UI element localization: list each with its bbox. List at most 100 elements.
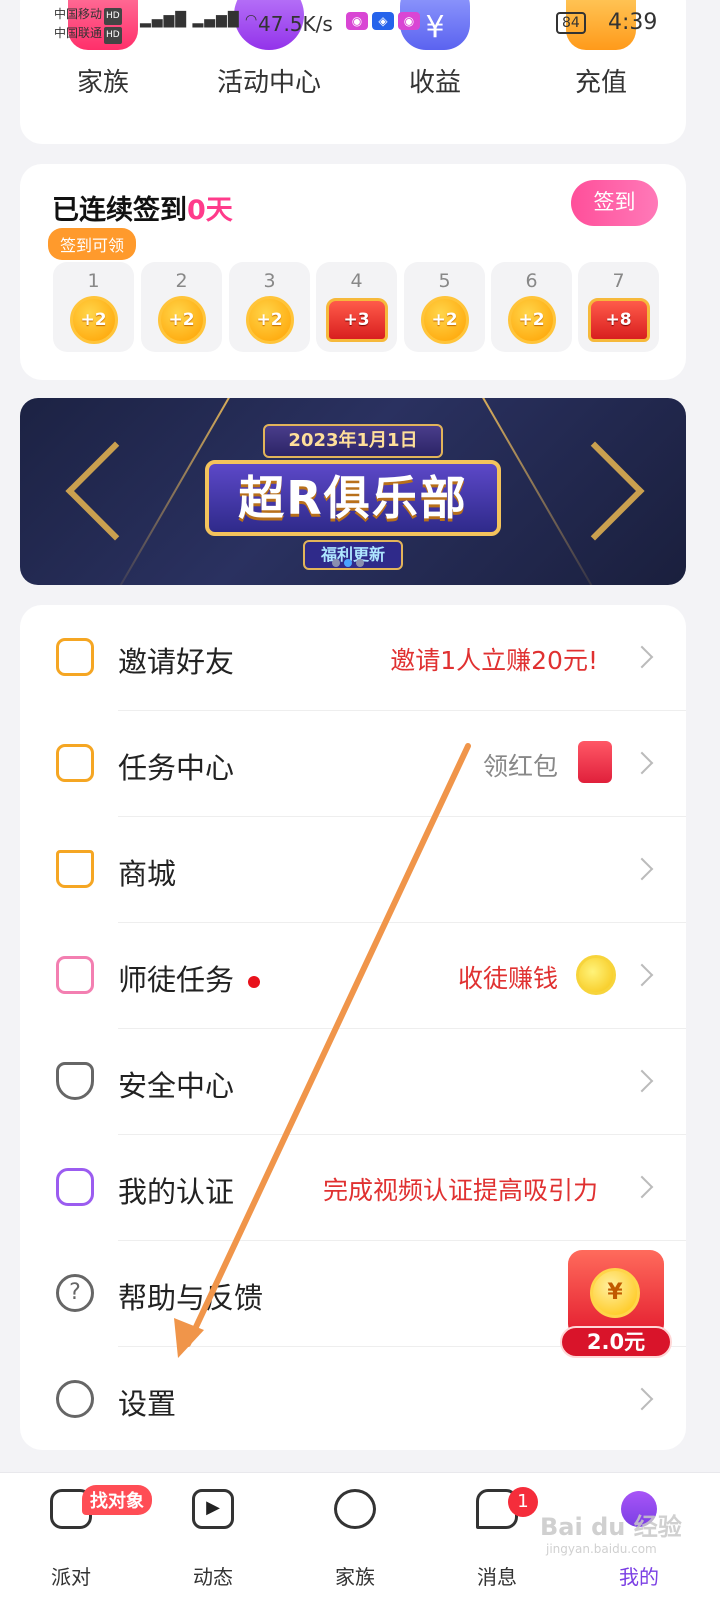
chevron-right-icon [630, 1387, 654, 1411]
coin-reward-icon: +2 [157, 296, 206, 344]
tab-family[interactable]: 家族 [284, 1473, 426, 1600]
carrier-2: 中国联通 [54, 26, 103, 40]
battery-indicator: 84 [556, 12, 586, 34]
banner-title-plate: 2023年1月1日 超R俱乐部 福利更新 [205, 424, 501, 572]
carousel-dot[interactable] [356, 559, 364, 567]
signal-icon: ▂▄▆█ ▂▄▆█ ◠ [140, 12, 259, 28]
verified-icon [56, 1168, 94, 1206]
menu-item-shop[interactable]: 商城 [20, 817, 686, 923]
tab-label: 家族 [335, 1565, 375, 1589]
menu-item-security-center[interactable]: 安全中心 [20, 1029, 686, 1135]
day-number: 4 [350, 270, 363, 292]
quick-entry-label: 充值 [574, 68, 627, 98]
banner-decoration [545, 441, 645, 541]
shield-icon [56, 1062, 94, 1100]
checkin-day[interactable]: 2 +2 [141, 262, 222, 352]
menu-item-hint: 邀请1人立赚20元! [390, 646, 598, 675]
menu-item-label: 任务中心 [118, 751, 235, 785]
menu-item-settings[interactable]: 设置 [20, 1347, 686, 1453]
carousel-dot-active[interactable] [344, 559, 352, 567]
quick-entry-label: 活动中心 [216, 68, 321, 98]
menu-item-invite-friends[interactable]: 邀请好友 邀请1人立赚20元! [20, 605, 686, 711]
tab-label: 派对 [51, 1565, 91, 1589]
treasure-chest-icon: +8 [587, 298, 650, 342]
video-play-icon: ▶ [192, 1489, 234, 1529]
settings-icon [56, 1380, 94, 1418]
family-people-icon [334, 1489, 376, 1529]
app-notification-icon: ◉ [398, 12, 420, 30]
watermark: Bai du 经验 jingyan.baidu.com [540, 1507, 682, 1556]
checkin-days-count: 0天 [187, 195, 233, 226]
coin-reward-icon: +2 [245, 296, 294, 344]
checkin-day[interactable]: 5 +2 [404, 262, 485, 352]
menu-item-label: 设置 [118, 1387, 177, 1421]
menu-item-label: 帮助与反馈 [118, 1281, 264, 1315]
checkin-tip: 签到可领 [48, 228, 137, 260]
menu-item-label: 安全中心 [118, 1069, 235, 1103]
menu-item-label-text: 师徒任务 [118, 963, 235, 997]
chevron-right-icon [630, 963, 654, 987]
day-number: 6 [525, 270, 538, 292]
app-notification-icon: ◉ [346, 12, 368, 30]
banner-decoration [65, 441, 165, 541]
carousel-dot[interactable] [332, 559, 340, 567]
treasure-chest-icon: +3 [325, 298, 388, 342]
gift-icon [56, 638, 94, 676]
chevron-right-icon [630, 857, 654, 881]
tab-label: 我的 [619, 1565, 659, 1589]
coin-reward-icon: +2 [420, 296, 469, 344]
mentor-icon [56, 956, 94, 994]
carrier-info: 中国移动 HD 中国联通 HD [54, 6, 122, 44]
promo-banner[interactable]: 2023年1月1日 超R俱乐部 福利更新 [20, 398, 686, 585]
menu-item-task-center[interactable]: 任务中心 领红包 [20, 711, 686, 817]
menu-item-mentor-tasks[interactable]: 师徒任务 收徒赚钱 [20, 923, 686, 1029]
quick-entry-label: 家族 [76, 68, 129, 98]
quick-entry-label: 收益 [408, 68, 461, 98]
status-bar: 中国移动 HD 中国联通 HD ▂▄▆█ ▂▄▆█ ◠ 47.5K/s ◉ ◈ ◉ 84… [0, 0, 720, 46]
red-packet-amount: 2.0元 [560, 1326, 672, 1358]
day-number: 5 [438, 270, 451, 292]
app-notification-icon: ◈ [372, 12, 394, 30]
new-indicator-dot [248, 976, 261, 988]
bottom-navigation: 派对 找对象 ▶ 动态 家族 消息 1 我的 Bai du 经验 jingyan… [0, 1472, 720, 1600]
chevron-right-icon [630, 751, 654, 775]
chevron-right-icon [630, 1069, 654, 1093]
checkin-day[interactable]: 3 +2 [229, 262, 310, 352]
menu-item-verification[interactable]: 我的认证 完成视频认证提高吸引力 [20, 1135, 686, 1241]
net-speed: 47.5K/s [258, 12, 333, 36]
banner-title: 超R俱乐部 [205, 460, 501, 536]
help-icon: ? [56, 1274, 94, 1312]
notification-icons: ◉ ◈ ◉ [346, 12, 424, 30]
checkin-day[interactable]: 6 +2 [491, 262, 572, 352]
checkin-day[interactable]: 4 +3 [316, 262, 397, 352]
day-number: 2 [175, 270, 188, 292]
yuan-coin-icon: ¥ [590, 1268, 640, 1318]
sign-in-button[interactable]: 签到 [571, 180, 658, 226]
checkin-day[interactable]: 7 +8 [578, 262, 659, 352]
menu-item-label: 邀请好友 [118, 645, 235, 679]
checkin-day[interactable]: 1 +2 [53, 262, 134, 352]
red-envelope-icon [578, 741, 612, 783]
tab-moments[interactable]: ▶ 动态 [142, 1473, 284, 1600]
hd-badge: HD [104, 27, 122, 44]
gold-coin-icon [576, 955, 616, 995]
checkin-title-prefix: 已连续签到 [52, 195, 187, 226]
menu-item-hint: 收徒赚钱 [457, 964, 558, 993]
checkin-title: 已连续签到0天 [52, 188, 233, 227]
message-count-badge: 1 [508, 1487, 538, 1517]
tab-label: 消息 [477, 1565, 517, 1589]
watermark-url: jingyan.baidu.com [546, 1542, 657, 1556]
menu-item-hint: 完成视频认证提高吸引力 [322, 1176, 598, 1205]
floating-red-packet[interactable]: ¥ 2.0元 [560, 1250, 672, 1360]
shop-icon [56, 850, 94, 888]
hd-badge: HD [104, 8, 122, 25]
tab-label: 动态 [193, 1565, 233, 1589]
checkin-card: 已连续签到0天 签到 签到可领 1 +2 2 +2 3 +2 4 +3 5 +2… [20, 164, 686, 380]
task-list-icon [56, 744, 94, 782]
watermark-text: Bai du 经验 [540, 1513, 682, 1541]
menu-item-label: 我的认证 [118, 1175, 235, 1209]
menu-item-label: 商城 [118, 857, 177, 891]
day-number: 7 [612, 270, 625, 292]
coin-reward-icon: +2 [507, 296, 556, 344]
day-number: 1 [87, 270, 100, 292]
